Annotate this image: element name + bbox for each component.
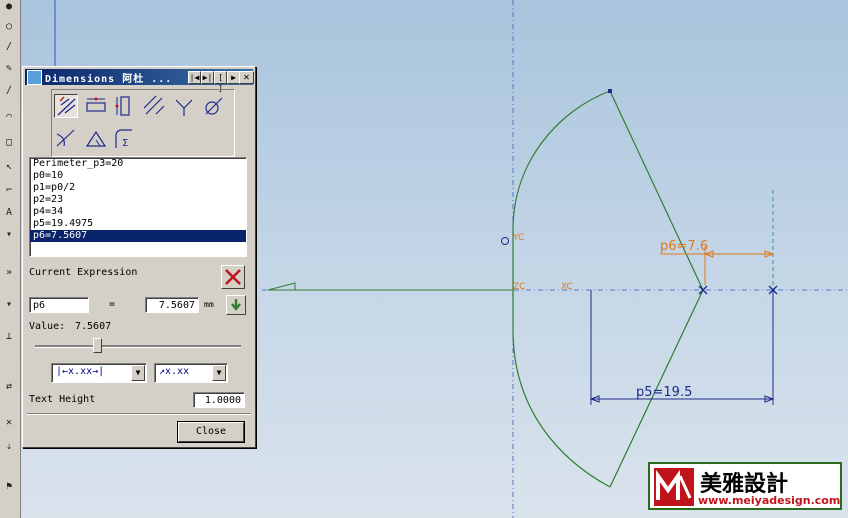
expression-value-field[interactable]: 7.5607 (145, 297, 199, 313)
title-restore-button[interactable]: [ ] (214, 71, 227, 93)
equals-sign: = (109, 299, 116, 310)
svg-text:Σ: Σ (122, 138, 128, 149)
label-xc: XC (561, 282, 573, 292)
expression-item[interactable]: Perimeter_p3=20 (30, 158, 246, 170)
current-expression-label: Current Expression (29, 267, 138, 278)
dim-p5-text[interactable]: p5=19.5 (636, 385, 692, 400)
expression-item[interactable]: p5=19.4975 (30, 218, 246, 230)
expression-name-field[interactable]: p6 (29, 297, 89, 313)
dim-p6-text[interactable]: p6=7.6 (660, 239, 708, 254)
watermark-logo: 美雅設計 www.meiyadesign.com (648, 462, 842, 510)
divider (27, 413, 251, 415)
apply-down-button[interactable] (226, 295, 246, 315)
unit-label: mm (204, 300, 214, 309)
close-button[interactable]: Close (178, 422, 244, 442)
dialog-title: Dimensions 阿杜 ... (45, 74, 173, 85)
vertex-marker[interactable] (608, 89, 612, 93)
value-readout: 7.5607 (75, 321, 112, 332)
chevron-down-icon[interactable]: ▼ (212, 365, 226, 381)
text-height-label: Text Height (29, 394, 96, 405)
chevron-down-icon[interactable]: ▼ (131, 365, 145, 381)
cylindrical-dimension-icon[interactable] (84, 126, 108, 150)
expression-item[interactable]: p1=p0/2 (30, 182, 246, 194)
expression-item-selected[interactable]: p6=7.5607 (30, 230, 246, 242)
title-next-button[interactable]: ▶| (201, 71, 214, 84)
expression-list[interactable]: Perimeter_p3=20 p0=10 p1=p0/2 p2=23 p4=3… (29, 157, 247, 257)
sketch-line-upper[interactable] (609, 90, 704, 291)
text-style-dropdown[interactable]: ↗x.xx ▼ (154, 363, 228, 383)
dimension-tools-panel: Σ (51, 89, 235, 157)
title-first-button[interactable]: |◀ (188, 71, 201, 84)
title-close-button[interactable]: ✕ (239, 71, 254, 84)
down-arrow-icon (231, 299, 241, 311)
delete-icon (225, 269, 241, 285)
axis-arrow (267, 282, 296, 291)
perpendicular-dimension-icon[interactable] (172, 94, 196, 118)
logo-mark-icon (654, 468, 694, 506)
expression-item[interactable]: p0=10 (30, 170, 246, 182)
value-slider-track[interactable] (35, 345, 241, 348)
parallel-dimension-icon[interactable] (142, 94, 166, 118)
value-slider-thumb[interactable] (92, 338, 102, 353)
dimensions-dialog: Dimensions 阿杜 ... |◀ ▶| [ ] ▶ ✕ Σ Perime… (22, 66, 256, 448)
logo-url: www.meiyadesign.com (698, 494, 841, 507)
perimeter-dimension-icon[interactable]: Σ (112, 126, 136, 150)
label-zc: ZC (513, 282, 525, 292)
app-icon (27, 70, 42, 85)
inferred-dimension-icon[interactable] (54, 94, 78, 118)
expression-item[interactable]: p4=34 (30, 206, 246, 218)
placement-dropdown[interactable]: |←x.xx→| ▼ (51, 363, 147, 383)
delete-expression-button[interactable] (221, 265, 245, 289)
text-height-field[interactable]: 1.0000 (193, 392, 245, 408)
text-style-selected: ↗x.xx (159, 366, 190, 377)
diameter-dimension-icon[interactable] (202, 94, 226, 118)
origin-circle (501, 237, 509, 245)
dialog-titlebar[interactable]: Dimensions 阿杜 ... |◀ ▶| [ ] ▶ ✕ (25, 69, 254, 93)
angular-dimension-icon[interactable] (54, 126, 78, 150)
horizontal-dimension-icon[interactable] (84, 94, 108, 118)
expression-item[interactable]: p2=23 (30, 194, 246, 206)
vertical-dimension-icon[interactable] (112, 94, 136, 118)
value-label: Value: (29, 321, 66, 332)
label-yc: YC (512, 233, 524, 243)
point-marker-1[interactable] (698, 285, 708, 295)
placement-selected: |←x.xx→| (56, 366, 105, 377)
